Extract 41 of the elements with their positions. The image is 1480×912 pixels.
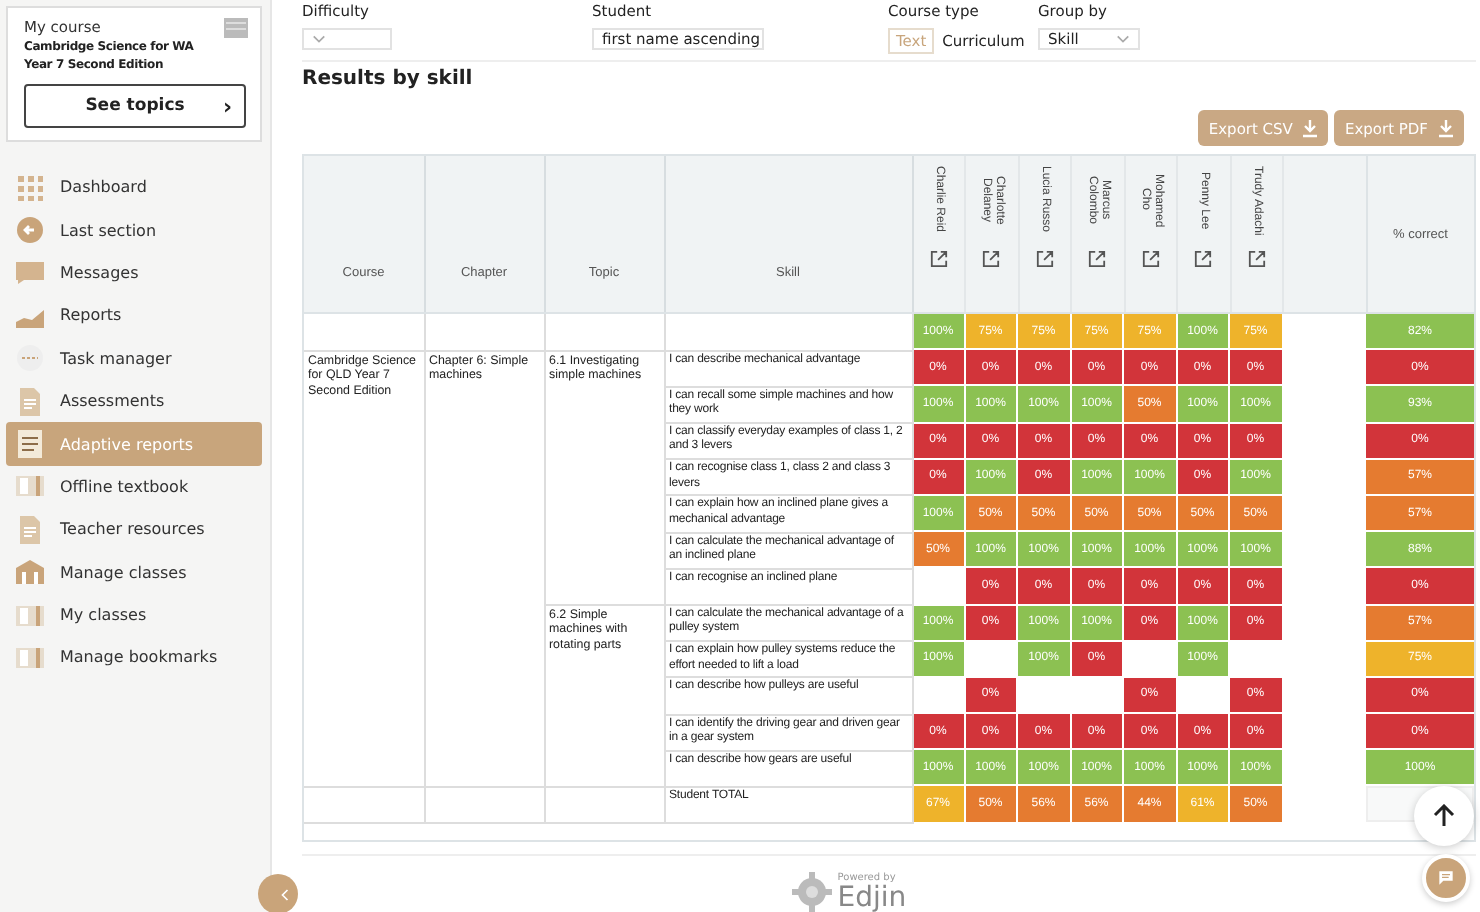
task-icon — [16, 344, 44, 373]
book-icon — [16, 472, 44, 501]
document-icon — [16, 387, 44, 416]
open-link-icon[interactable] — [1035, 250, 1054, 268]
nav-item[interactable]: Manage bookmarks — [6, 636, 262, 680]
nav-item[interactable]: My classes — [6, 593, 262, 637]
section-heading: Results by skill — [302, 68, 475, 94]
open-link-icon[interactable] — [1088, 250, 1107, 268]
brand-name: Edjin — [837, 883, 907, 912]
open-link-icon[interactable] — [982, 250, 1001, 268]
message-icon — [16, 258, 44, 287]
nav-item[interactable]: Last section — [6, 208, 262, 252]
nav-item[interactable]: Offline textbook — [6, 465, 262, 509]
nav-item[interactable]: Teacher resources — [6, 508, 262, 552]
open-link-icon[interactable] — [1141, 250, 1160, 268]
nav-item[interactable]: Manage classes — [6, 551, 262, 594]
chevron-down-icon — [1116, 34, 1130, 44]
book-icon — [16, 643, 44, 672]
gear-icon — [791, 872, 832, 912]
back-icon — [16, 216, 44, 245]
open-link-icon[interactable] — [1247, 250, 1266, 268]
document-icon — [16, 515, 44, 544]
see-topics-button[interactable]: See topics › — [24, 84, 246, 128]
download-icon — [1302, 119, 1319, 137]
nav-item[interactable]: Task manager — [6, 337, 262, 380]
chevron-down-icon — [312, 34, 326, 44]
book-icon — [16, 601, 44, 630]
grid-icon — [16, 173, 44, 202]
nav-item[interactable]: Messages — [6, 251, 262, 295]
nav-item[interactable]: Assessments — [6, 379, 262, 423]
download-icon — [1438, 119, 1454, 137]
chevron-left-icon — [280, 887, 290, 901]
book-icon — [224, 18, 248, 38]
open-link-icon[interactable] — [929, 250, 948, 268]
open-link-icon[interactable] — [1194, 250, 1213, 268]
building-icon — [16, 558, 44, 587]
nav-item[interactable]: Dashboard — [6, 166, 262, 209]
document-icon — [16, 430, 44, 459]
arrow-up-icon — [1432, 804, 1456, 828]
nav-item[interactable]: Reports — [6, 294, 262, 338]
chat-icon — [1438, 866, 1454, 890]
